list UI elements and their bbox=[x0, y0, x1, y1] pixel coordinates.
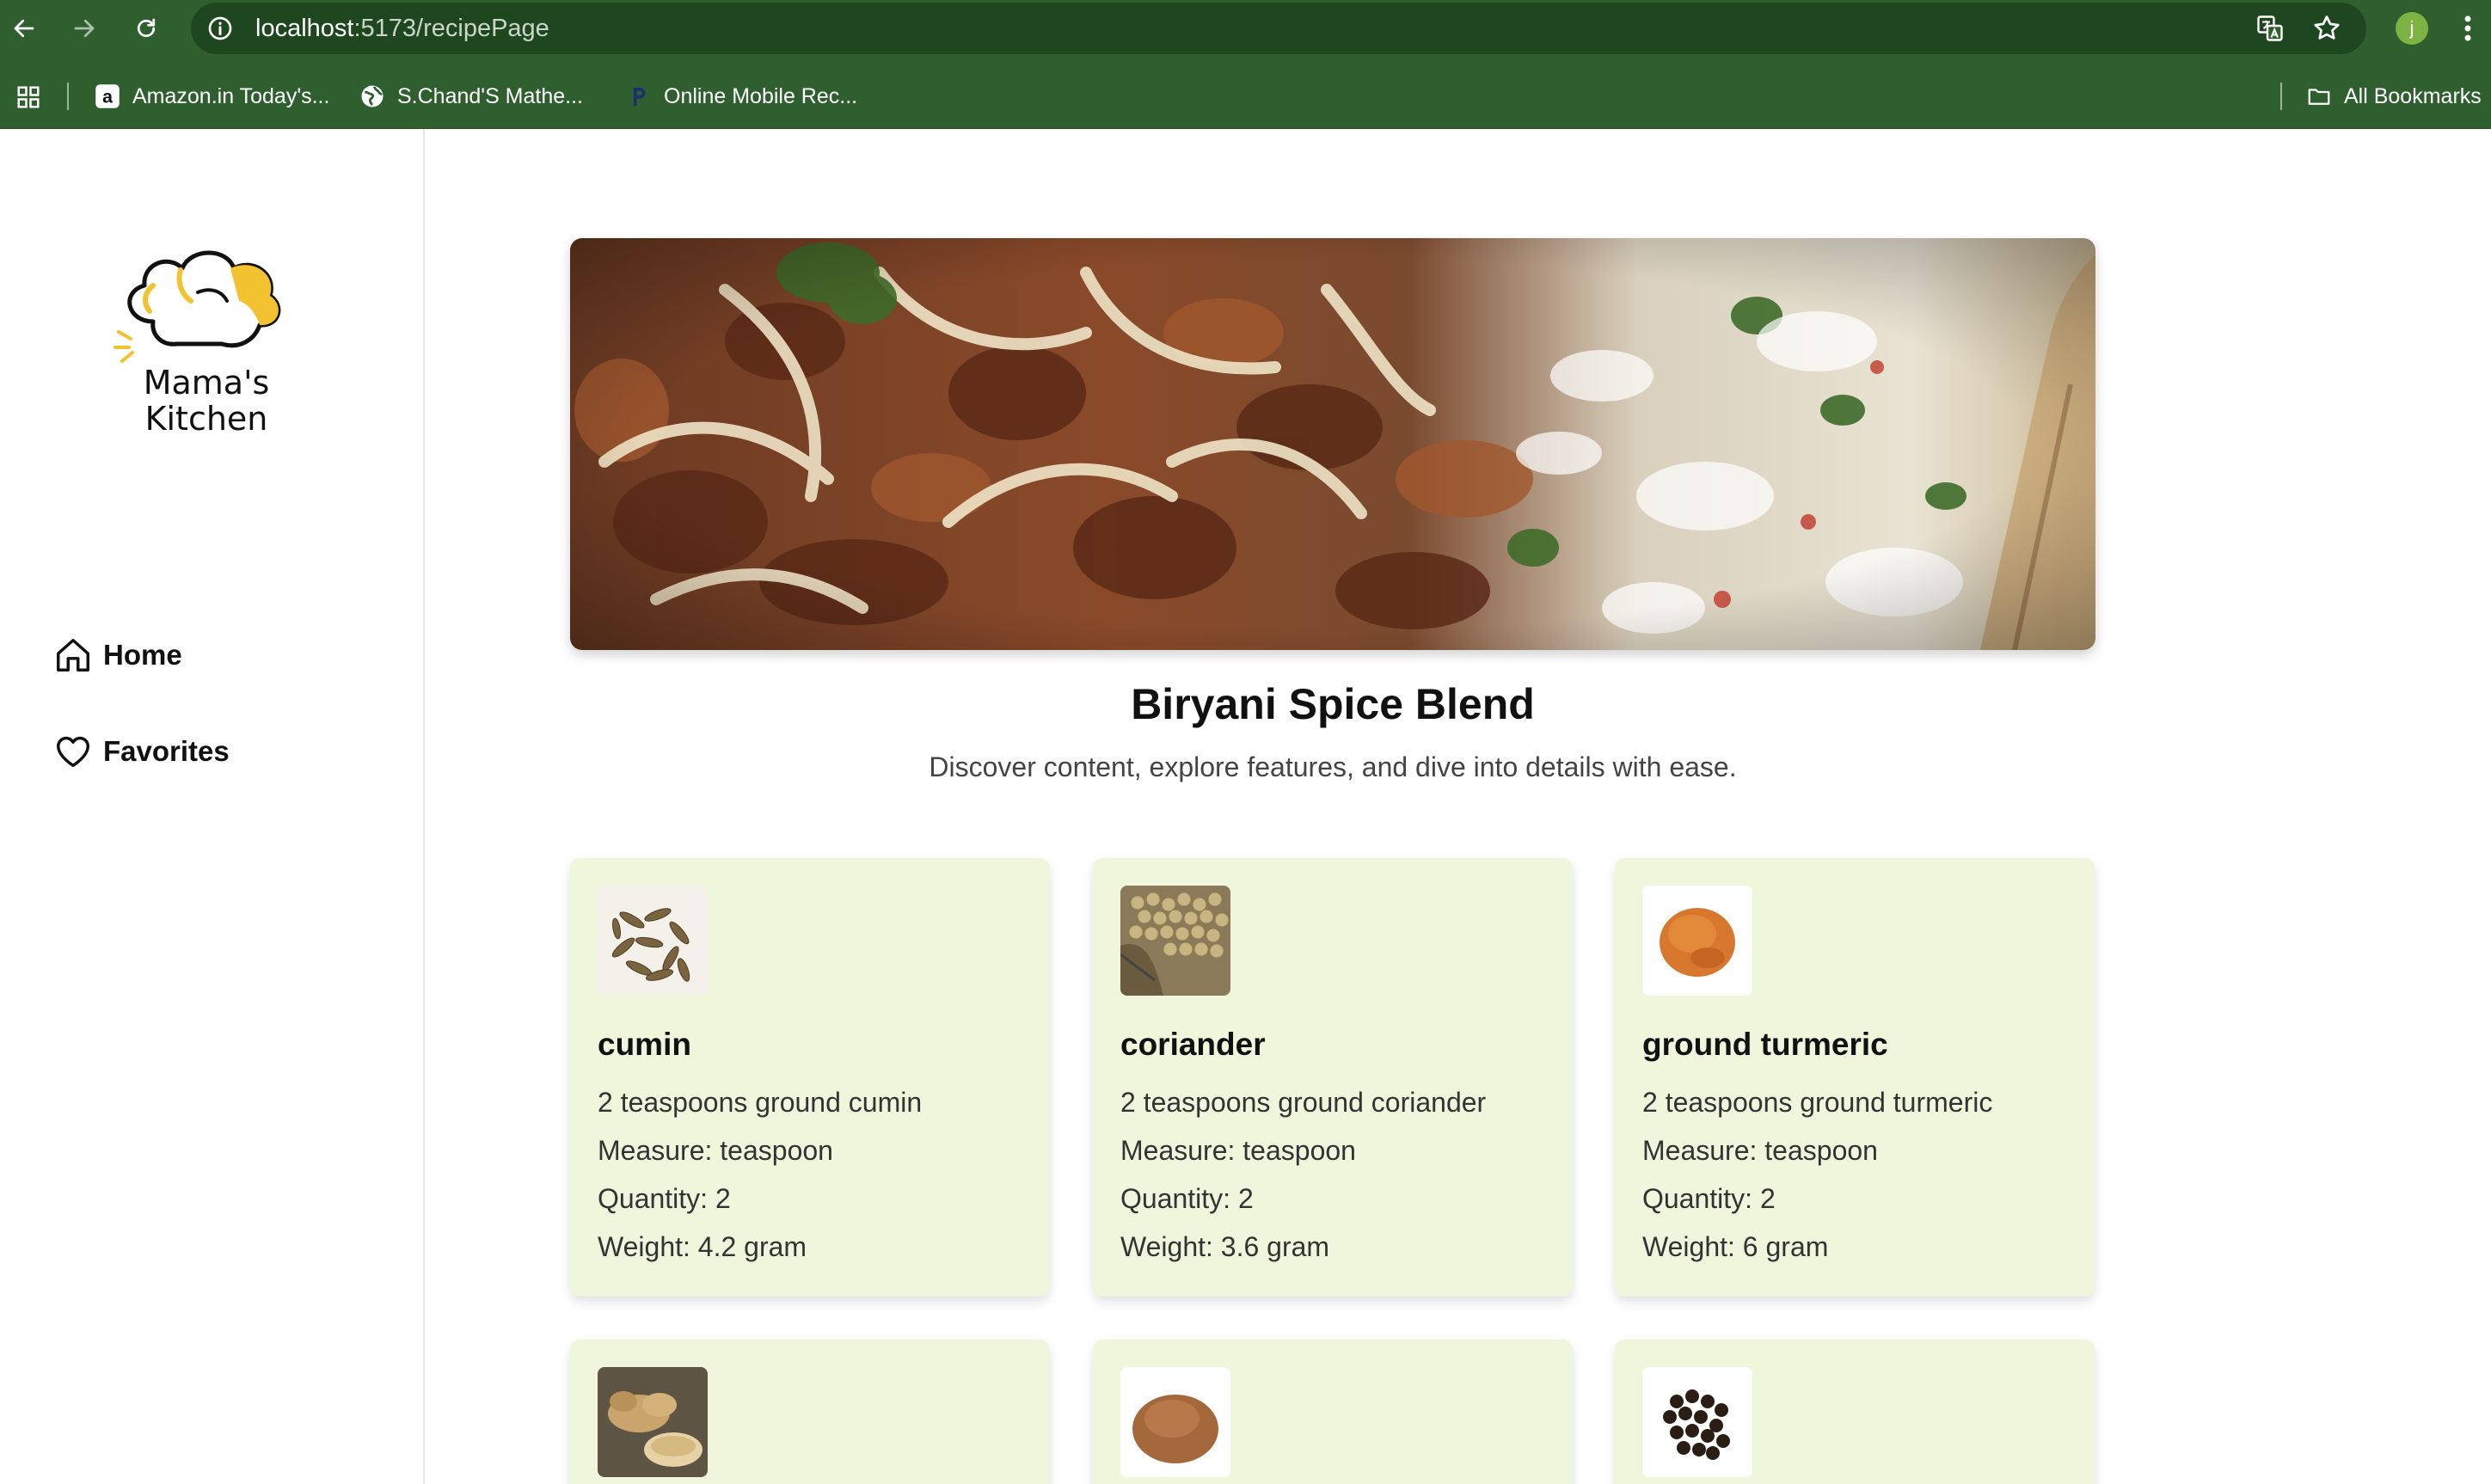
browser-toolbar: localhost:5173/recipePage j bbox=[0, 0, 2491, 57]
paytm-icon bbox=[626, 83, 652, 109]
bookmarks-separator bbox=[2280, 83, 2282, 110]
url-path: :5173/recipePage bbox=[353, 15, 549, 42]
ingredient-name: cumin bbox=[598, 1027, 691, 1062]
recipe-hero-image bbox=[570, 238, 2095, 650]
bookmarks-bar: a Amazon.in Today's... S.Chand'S Mathe..… bbox=[0, 57, 2491, 129]
star-icon[interactable] bbox=[2311, 13, 2342, 44]
url-text[interactable]: localhost:5173/recipePage bbox=[255, 15, 549, 43]
ingredient-description: 2 teaspoons ground coriander bbox=[1120, 1087, 1487, 1118]
globe-icon bbox=[359, 83, 385, 109]
back-button[interactable] bbox=[7, 11, 41, 46]
bookmark-label: S.Chand'S Mathe... bbox=[397, 83, 584, 108]
ingredient-weight: Weight: 3.6 gram bbox=[1120, 1231, 1330, 1262]
ginger-image bbox=[598, 1367, 708, 1477]
ingredient-quantity: Quantity: 2 bbox=[598, 1183, 731, 1214]
ingredient-description: 2 teaspoons ground cumin bbox=[598, 1087, 923, 1118]
ingredient-quantity: Quantity: 2 bbox=[1642, 1183, 1776, 1214]
bookmarks-separator bbox=[67, 83, 69, 110]
sidebar: Mama's Kitchen Home Favorites bbox=[0, 129, 425, 1484]
svg-text:a: a bbox=[102, 87, 113, 107]
ingredient-card-spice-powder[interactable] bbox=[1093, 1340, 1573, 1484]
folder-icon bbox=[2306, 83, 2332, 109]
sidebar-item-label: Favorites bbox=[103, 735, 230, 767]
recipe-subtitle: Discover content, explore features, and … bbox=[929, 751, 1737, 782]
profile-avatar[interactable]: j bbox=[2396, 12, 2428, 45]
turmeric-image bbox=[1642, 886, 1752, 996]
all-bookmarks-label: All Bookmarks bbox=[2344, 83, 2482, 108]
bookmark-label: Online Mobile Rec... bbox=[664, 83, 858, 108]
translate-icon[interactable] bbox=[2255, 13, 2285, 44]
sidebar-item-home[interactable]: Home bbox=[53, 634, 182, 677]
apps-grid-icon[interactable] bbox=[15, 84, 41, 110]
ingredient-description: 2 teaspoons ground turmeric bbox=[1642, 1087, 1993, 1118]
ingredient-name: coriander bbox=[1120, 1027, 1266, 1062]
ingredient-weight: Weight: 6 gram bbox=[1642, 1231, 1829, 1262]
arrow-right-icon bbox=[74, 19, 95, 38]
bookmark-schand[interactable]: S.Chand'S Mathe... bbox=[359, 81, 583, 112]
home-icon bbox=[57, 639, 89, 671]
ingredient-card-turmeric[interactable]: ground turmeric 2 teaspoons ground turme… bbox=[1615, 858, 2095, 1297]
bookmark-label: Amazon.in Today's... bbox=[132, 83, 330, 108]
ingredient-measure: Measure: teaspoon bbox=[598, 1135, 833, 1166]
site-info-icon[interactable] bbox=[206, 15, 234, 42]
black-pepper-image bbox=[1642, 1367, 1752, 1477]
recipe-title: Biryani Spice Blend bbox=[1131, 680, 1535, 728]
more-vertical-icon[interactable] bbox=[2457, 12, 2478, 45]
bookmark-paytm[interactable]: Online Mobile Rec... bbox=[626, 81, 857, 112]
heart-icon bbox=[57, 736, 89, 768]
forward-button[interactable] bbox=[67, 11, 101, 46]
mamas-kitchen-logo[interactable]: Mama's Kitchen bbox=[101, 232, 308, 438]
ingredient-card-black-pepper[interactable] bbox=[1615, 1340, 2095, 1484]
logo-text-mamas: Mama's bbox=[144, 364, 270, 402]
all-bookmarks-button[interactable]: All Bookmarks bbox=[2306, 81, 2482, 112]
spice-powder-image bbox=[1120, 1367, 1230, 1477]
reload-icon bbox=[137, 18, 156, 38]
ingredient-measure: Measure: teaspoon bbox=[1642, 1135, 1878, 1166]
ingredient-card-coriander[interactable]: coriander 2 teaspoons ground coriander M… bbox=[1093, 858, 1573, 1297]
arrow-left-icon bbox=[14, 19, 34, 38]
reload-button[interactable] bbox=[129, 11, 163, 46]
ingredient-name: ground turmeric bbox=[1642, 1027, 1888, 1062]
bookmark-amazon[interactable]: a Amazon.in Today's... bbox=[95, 81, 329, 112]
ingredient-card-ginger[interactable] bbox=[570, 1340, 1050, 1484]
ingredient-weight: Weight: 4.2 gram bbox=[598, 1231, 807, 1262]
url-host: localhost bbox=[255, 15, 354, 42]
logo-text-kitchen: Kitchen bbox=[145, 400, 268, 438]
coriander-image bbox=[1120, 886, 1230, 996]
sidebar-item-label: Home bbox=[103, 639, 182, 671]
amazon-icon: a bbox=[95, 83, 120, 109]
address-bar[interactable]: localhost:5173/recipePage bbox=[191, 3, 2366, 54]
sidebar-item-favorites[interactable]: Favorites bbox=[53, 730, 230, 773]
ingredient-quantity: Quantity: 2 bbox=[1120, 1183, 1254, 1214]
ingredient-measure: Measure: teaspoon bbox=[1120, 1135, 1356, 1166]
ingredient-card-cumin[interactable]: cumin 2 teaspoons ground cumin Measure: … bbox=[570, 858, 1050, 1297]
cumin-image bbox=[598, 886, 708, 996]
